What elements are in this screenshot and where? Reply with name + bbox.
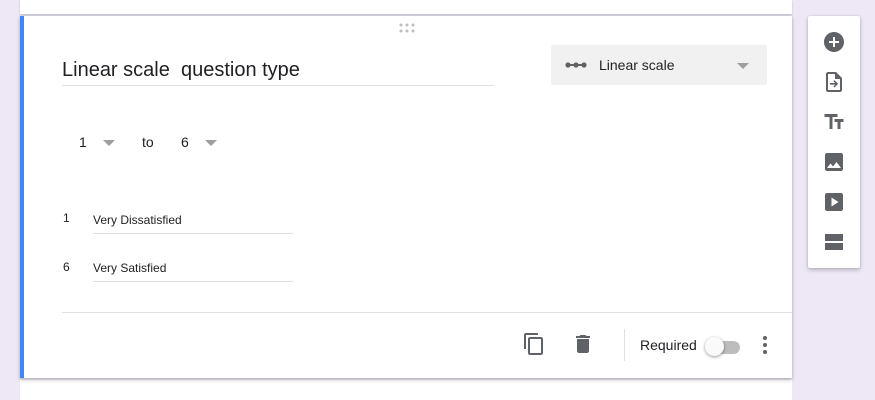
question-type-label: Linear scale — [599, 57, 675, 73]
import-icon — [826, 72, 842, 92]
add-title-button[interactable] — [822, 110, 846, 134]
more-options-button[interactable] — [759, 334, 771, 356]
section-icon — [825, 234, 843, 250]
video-icon — [825, 193, 843, 211]
chevron-down-icon — [205, 140, 217, 146]
previous-question-card — [20, 0, 792, 14]
chevron-down-icon — [103, 140, 115, 146]
scale-from-value: 1 — [79, 134, 87, 150]
question-title-field[interactable]: Linear scale question type — [62, 56, 494, 86]
duplicate-icon — [524, 333, 543, 355]
add-video-button[interactable] — [822, 190, 846, 214]
trash-icon — [576, 335, 590, 353]
required-toggle-thumb — [705, 337, 724, 356]
add-circle-icon — [824, 32, 844, 52]
scale-min-label-row: 1 Very Dissatisfied — [62, 211, 302, 237]
footer-divider — [62, 312, 792, 313]
required-toggle[interactable] — [704, 337, 742, 357]
chevron-down-icon — [737, 63, 749, 69]
side-toolbar — [808, 16, 860, 268]
question-type-dropdown[interactable]: Linear scale — [551, 45, 767, 85]
add-image-button[interactable] — [822, 150, 846, 174]
scale-max-label-row: 6 Very Satisfied — [62, 259, 302, 285]
add-section-button[interactable] — [822, 230, 846, 254]
question-card[interactable]: Linear scale question type Linear scale … — [20, 16, 792, 378]
question-title: Linear scale question type — [62, 59, 300, 81]
scale-min-label-text: Very Dissatisfied — [93, 213, 182, 227]
import-questions-button[interactable] — [822, 70, 846, 94]
add-question-button[interactable] — [822, 30, 846, 54]
footer-separator — [624, 329, 625, 361]
linear-scale-icon — [565, 60, 587, 70]
scale-max-label-text: Very Satisfied — [93, 261, 167, 275]
delete-button[interactable] — [571, 332, 595, 356]
required-label: Required — [640, 337, 697, 353]
scale-min-number: 1 — [63, 211, 70, 225]
scale-to-value: 6 — [181, 134, 189, 150]
next-question-card — [20, 380, 792, 400]
scale-max-label-input[interactable]: Very Satisfied — [93, 259, 293, 282]
title-text-icon — [824, 114, 844, 129]
scale-min-label-input[interactable]: Very Dissatisfied — [93, 211, 293, 234]
duplicate-button[interactable] — [522, 332, 546, 356]
scale-to-dropdown[interactable]: 6 — [181, 130, 225, 154]
scale-max-number: 6 — [63, 260, 70, 274]
image-icon — [825, 153, 843, 171]
scale-from-dropdown[interactable]: 1 — [79, 130, 123, 154]
drag-handle-icon[interactable] — [398, 23, 416, 33]
scale-to-label: to — [142, 134, 154, 150]
more-vert-icon — [763, 336, 767, 354]
